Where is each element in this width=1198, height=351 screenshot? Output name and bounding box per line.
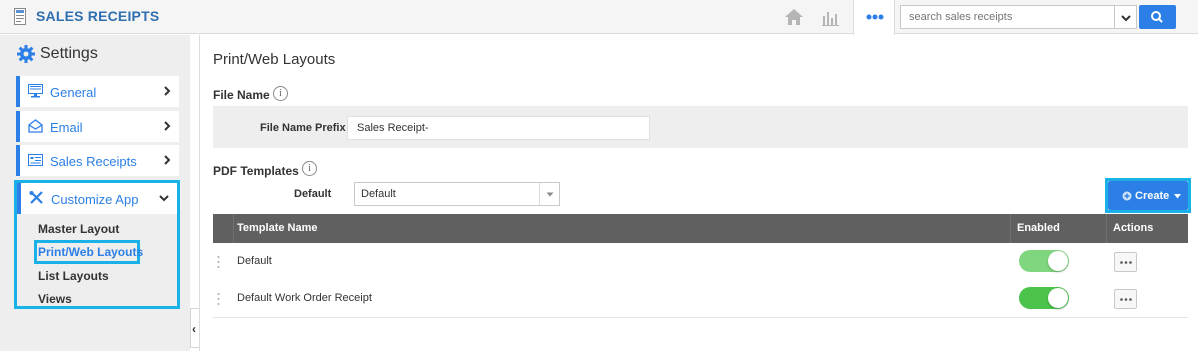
gear-icon	[17, 45, 35, 63]
column-header-enabled: Enabled	[1017, 222, 1060, 234]
default-template-label: Default	[294, 188, 332, 200]
more-dots-icon	[866, 14, 884, 20]
home-icon[interactable]	[783, 7, 805, 27]
templates-table-header: Template Name Enabled Actions	[213, 214, 1188, 243]
sidebar-item-label: Sales Receipts	[50, 154, 137, 169]
toggle-knob	[1048, 251, 1068, 271]
caret-down-icon	[1174, 194, 1181, 199]
column-divider	[233, 214, 234, 243]
chevron-left-icon: ‹	[192, 322, 196, 336]
plus-circle-icon	[1122, 191, 1132, 201]
enabled-toggle[interactable]	[1019, 250, 1069, 272]
table-row: Default Work Order Receipt	[213, 280, 1188, 318]
more-dots-icon	[1120, 298, 1132, 301]
column-divider	[1106, 214, 1107, 243]
customize-app-group: Customize App Master Layout Print/Web La…	[14, 180, 180, 309]
info-icon[interactable]: i	[302, 161, 317, 176]
sidebar-item-label: Customize App	[51, 192, 139, 207]
pdf-templates-heading: PDF Templates	[213, 164, 299, 178]
bar-chart-icon[interactable]	[820, 7, 842, 27]
sidebar-item-general[interactable]: General	[16, 76, 179, 107]
sidebar-item-sales-receipts[interactable]: Sales Receipts	[16, 145, 179, 176]
app-title: SALES RECEIPTS	[36, 8, 160, 24]
file-name-heading: File Name	[213, 88, 270, 102]
submenu-print-web-layouts[interactable]: Print/Web Layouts	[38, 245, 143, 259]
sidebar-item-email[interactable]: Email	[16, 111, 179, 142]
table-row: Default	[213, 243, 1188, 281]
chevron-right-icon	[164, 155, 171, 165]
chevron-down-icon	[1121, 15, 1131, 22]
caret-down-icon	[546, 192, 554, 197]
settings-sidebar: Settings General Email Sales Receipts Cu…	[0, 35, 190, 351]
submenu-master-layout[interactable]: Master Layout	[38, 222, 119, 236]
column-header-template-name: Template Name	[237, 222, 318, 234]
monitor-icon	[28, 84, 43, 98]
sidebar-divider	[199, 35, 200, 351]
settings-title: Settings	[40, 45, 98, 62]
sidebar-item-customize-app[interactable]: Customize App	[17, 183, 177, 214]
toggle-knob	[1048, 288, 1068, 308]
template-name: Default Work Order Receipt	[237, 292, 372, 304]
default-template-value: Default	[361, 188, 396, 200]
drag-handle-icon[interactable]	[217, 292, 220, 306]
search-button[interactable]	[1139, 5, 1176, 29]
search-box	[900, 5, 1115, 29]
top-bar: SALES RECEIPTS	[0, 0, 1198, 35]
page-title: Print/Web Layouts	[213, 51, 336, 68]
template-name: Default	[237, 255, 272, 267]
drag-handle-icon[interactable]	[217, 255, 220, 269]
submenu-list-layouts[interactable]: List Layouts	[38, 269, 109, 283]
row-actions-button[interactable]	[1114, 252, 1137, 272]
receipt-list-icon	[28, 154, 43, 166]
info-icon[interactable]: i	[273, 86, 288, 101]
receipt-icon	[14, 8, 26, 25]
search-scope-dropdown[interactable]	[1115, 5, 1137, 29]
submenu-views[interactable]: Views	[38, 292, 72, 306]
envelope-icon	[28, 119, 43, 133]
more-dots-icon	[1120, 261, 1132, 264]
select-arrow	[539, 183, 559, 205]
chevron-right-icon	[164, 86, 171, 96]
chevron-down-icon	[159, 195, 169, 202]
search-icon	[1151, 11, 1163, 23]
file-name-prefix-field[interactable]: Sales Receipt-	[347, 116, 650, 140]
default-template-select[interactable]: Default	[354, 182, 560, 206]
tools-icon	[29, 191, 43, 204]
create-button[interactable]: Create	[1108, 181, 1188, 210]
column-divider	[1010, 214, 1011, 243]
create-button-label: Create	[1135, 190, 1170, 202]
column-header-actions: Actions	[1113, 222, 1154, 234]
chevron-right-icon	[164, 121, 171, 131]
more-tab[interactable]	[853, 0, 895, 35]
sidebar-item-label: Email	[50, 120, 83, 135]
file-name-prefix-label: File Name Prefix	[260, 122, 346, 134]
row-actions-button[interactable]	[1114, 289, 1137, 309]
search-input[interactable]	[901, 6, 1114, 28]
sidebar-item-label: General	[50, 85, 97, 100]
enabled-toggle[interactable]	[1019, 287, 1069, 309]
